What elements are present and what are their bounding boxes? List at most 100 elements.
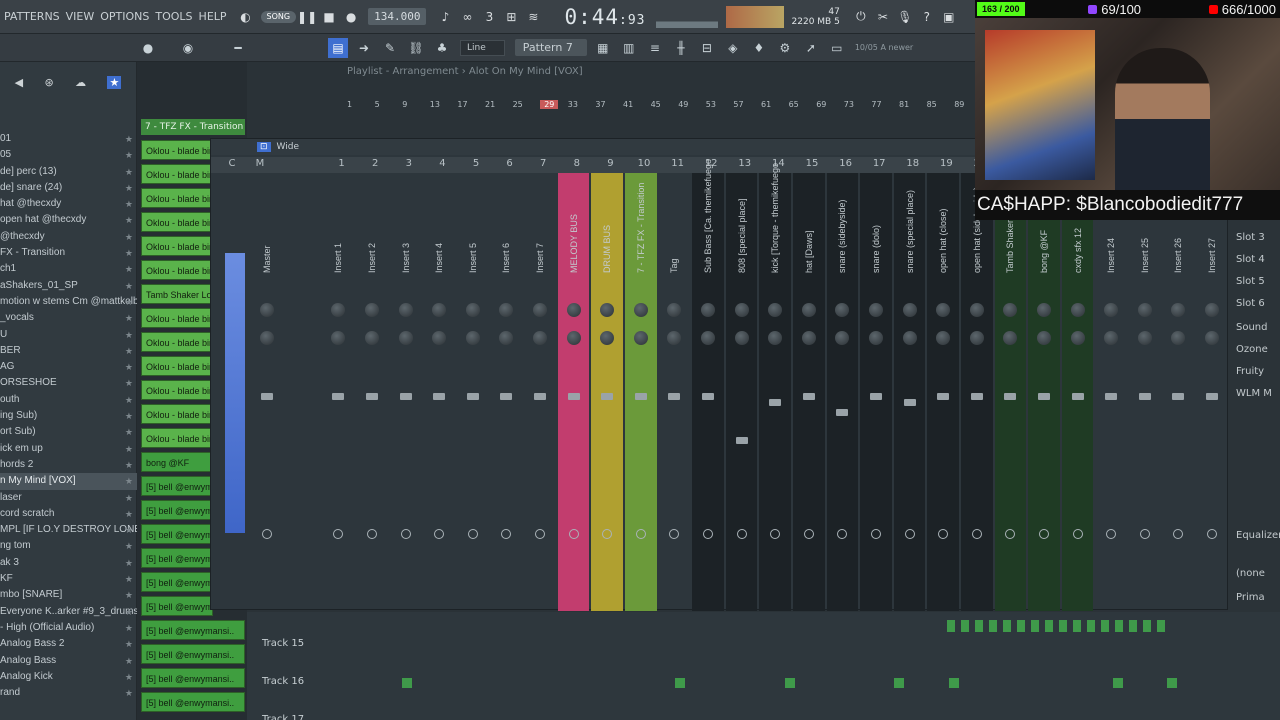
master-pitch-slider-icon[interactable]: ━	[228, 38, 248, 58]
stereo-knob[interactable]	[902, 331, 917, 345]
volume-fader[interactable]	[802, 393, 815, 400]
browser-item[interactable]: laser ★	[0, 490, 137, 506]
pan-knob[interactable]	[465, 303, 480, 317]
back-icon[interactable]: ◀	[15, 76, 23, 89]
browser-item[interactable]: AG ★	[0, 359, 137, 375]
stereo-knob[interactable]	[331, 331, 346, 345]
mixer-strip[interactable]: 808 [special place]	[725, 173, 758, 611]
volume-fader[interactable]	[399, 393, 412, 400]
browser-item[interactable]: ng tom ★	[0, 538, 137, 554]
playlist-icon[interactable]: ▦	[593, 38, 613, 58]
browser-icon[interactable]: ⊟	[697, 38, 717, 58]
pattern-clip[interactable]	[1003, 620, 1011, 632]
browser-item[interactable]: ORSESHOE ★	[0, 375, 137, 391]
favorite-star-icon[interactable]: ★	[125, 587, 133, 603]
favorite-star-icon[interactable]: ★	[125, 392, 133, 408]
stereo-knob[interactable]	[1036, 331, 1051, 345]
browser-item[interactable]: n My Mind [VOX] ★	[0, 473, 137, 490]
link-tool-icon[interactable]: ⛓	[406, 38, 426, 58]
stereo-knob[interactable]	[499, 331, 514, 345]
stereo-knob[interactable]	[969, 331, 984, 345]
mixer-strip[interactable]: MELODY BUS	[557, 173, 590, 611]
browser-item[interactable]: ch1 ★	[0, 261, 137, 277]
browser-item[interactable]: 01 ★	[0, 131, 137, 147]
favorite-star-icon[interactable]: ★	[125, 180, 133, 196]
route-button-icon[interactable]	[434, 529, 445, 539]
route-button-icon[interactable]	[635, 529, 646, 539]
pan-knob[interactable]	[835, 303, 850, 317]
touch-keyboard-icon[interactable]: ⚙	[775, 38, 795, 58]
volume-fader[interactable]	[332, 393, 345, 400]
route-button-icon[interactable]	[904, 529, 915, 539]
volume-fader[interactable]	[433, 393, 446, 400]
favorite-star-icon[interactable]: ★	[125, 294, 133, 310]
pattern-clip[interactable]	[1017, 620, 1025, 632]
pattern-clip[interactable]	[675, 678, 685, 688]
pattern-clip[interactable]	[1157, 620, 1165, 632]
mixer-strip[interactable]: 7 - TFZ FX - Transition	[625, 173, 657, 611]
mixer-strip[interactable]: Insert 6	[491, 173, 523, 611]
stereo-knob[interactable]	[633, 331, 648, 345]
favorite-star-icon[interactable]: ★	[125, 620, 133, 636]
stereo-knob[interactable]	[398, 331, 413, 345]
pause-icon[interactable]: ❚❚	[296, 6, 318, 28]
route-button-icon[interactable]	[568, 529, 579, 539]
channel-button[interactable]: Oklou - blade bird	[141, 236, 213, 256]
pattern-clip[interactable]	[1129, 620, 1137, 632]
favorite-star-icon[interactable]: ★	[125, 555, 133, 571]
tempo-tap-icon[interactable]: ♦	[749, 38, 769, 58]
tempo-display[interactable]: 134.000	[368, 8, 427, 25]
mixer-strip[interactable]: snare (dolo)	[860, 173, 892, 611]
route-button-icon[interactable]	[702, 529, 713, 539]
pan-knob[interactable]	[600, 303, 615, 317]
project-info-icon[interactable]: ▭	[827, 38, 847, 58]
plugin-slot[interactable]: Ozone	[1236, 344, 1268, 355]
favorite-star-icon[interactable]: ★	[125, 343, 133, 359]
favorite-star-icon[interactable]: ★	[125, 245, 133, 261]
stereo-knob[interactable]	[700, 331, 715, 345]
stereo-knob[interactable]	[566, 331, 581, 345]
channel-button[interactable]: Oklou - blade bird	[141, 188, 213, 208]
route-button-icon[interactable]	[1206, 529, 1217, 539]
browser-item[interactable]: Everyone K..arker #9_3_drums ★	[0, 604, 137, 620]
channel-button[interactable]: Oklou - blade bird	[141, 356, 213, 376]
pan-knob[interactable]	[1204, 303, 1219, 317]
browser-item[interactable]: hords 2 ★	[0, 457, 137, 473]
plugin-slot[interactable]: Prima	[1236, 592, 1265, 603]
export-icon[interactable]: ➚	[801, 38, 821, 58]
pan-knob[interactable]	[398, 303, 413, 317]
volume-fader[interactable]	[365, 393, 378, 400]
route-button-icon[interactable]	[1173, 529, 1184, 539]
favorite-star-icon[interactable]: ★	[125, 653, 133, 669]
stereo-knob[interactable]	[868, 331, 883, 345]
help-icon[interactable]: ?	[916, 6, 938, 28]
favorite-star-icon[interactable]: ★	[125, 310, 133, 326]
browser-item[interactable]: de] snare (24) ★	[0, 180, 137, 196]
volume-fader[interactable]	[466, 393, 479, 400]
volume-fader[interactable]	[634, 393, 647, 400]
news-ticker[interactable]: 10/05 A newer ver FL Studio is availab	[855, 43, 915, 52]
volume-fader[interactable]	[260, 393, 273, 400]
channel-button[interactable]: [5] bell @enwymansi..	[141, 644, 245, 664]
channel-button[interactable]: [5] bell @enwyma	[141, 572, 213, 592]
pattern-clip[interactable]	[785, 678, 795, 688]
menu-options[interactable]: OPTIONS	[100, 10, 149, 23]
stereo-knob[interactable]	[1104, 331, 1119, 345]
mixer-strip[interactable]: open hat (sidebyside)	[961, 173, 993, 611]
mixer-strip[interactable]: Insert 24	[1095, 173, 1127, 611]
route-button-icon[interactable]	[1072, 529, 1083, 539]
channel-button[interactable]: Oklou - blade bird	[141, 404, 213, 424]
favorite-star-icon[interactable]: ★	[125, 278, 133, 294]
route-button-icon[interactable]	[803, 529, 814, 539]
mixer-layout-label[interactable]: Wide	[277, 142, 299, 152]
stamp-tool-icon[interactable]: ♣	[432, 38, 452, 58]
browser-item[interactable]: - High (Official Audio) ★	[0, 620, 137, 636]
route-button-icon[interactable]	[534, 529, 545, 539]
pan-knob[interactable]	[734, 303, 749, 317]
channel-button[interactable]: [5] bell @enwymansi..	[141, 620, 245, 640]
route-button-icon[interactable]	[669, 529, 680, 539]
channel-rack-header[interactable]: 7 - TFZ FX - Transition	[141, 119, 245, 135]
track-label[interactable]: Track 17	[262, 714, 304, 720]
mic-icon[interactable]: 🎙	[894, 6, 916, 28]
pattern-clip[interactable]	[1031, 620, 1039, 632]
